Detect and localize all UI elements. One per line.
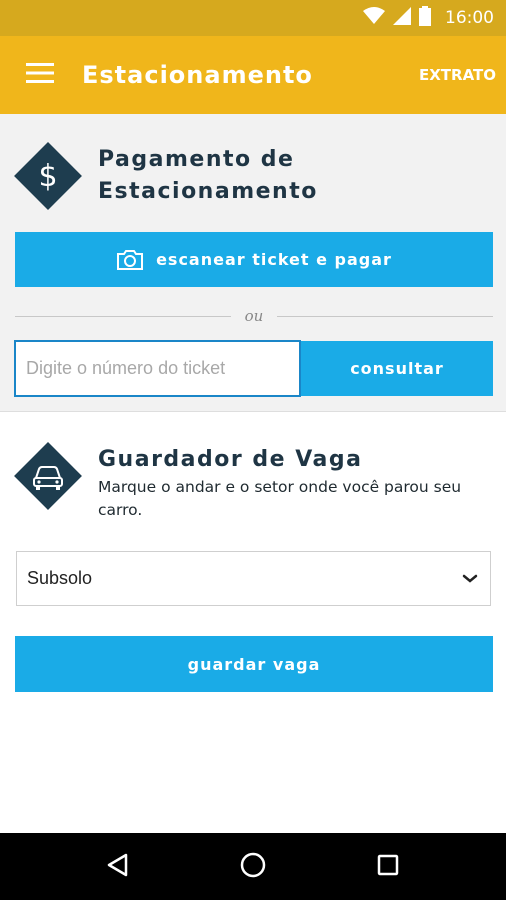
signal-icon xyxy=(393,7,411,29)
recents-icon xyxy=(376,853,400,881)
consult-button[interactable]: consultar xyxy=(301,341,493,396)
app-title: Estacionamento xyxy=(82,61,313,89)
app-bar: Estacionamento EXTRATO xyxy=(0,36,506,114)
floor-select[interactable]: Subsolo xyxy=(16,551,491,606)
camera-icon xyxy=(116,249,144,271)
separator: ou xyxy=(15,304,494,328)
battery-icon xyxy=(419,6,431,30)
extrato-button[interactable]: EXTRATO xyxy=(419,66,496,84)
wifi-icon xyxy=(363,7,385,29)
payment-title: Pagamento de Estacionamento xyxy=(98,144,318,208)
menu-button[interactable] xyxy=(12,47,68,103)
status-time: 16:00 xyxy=(445,8,494,28)
separator-text: ou xyxy=(244,307,264,325)
save-spot-button[interactable]: guardar vaga xyxy=(15,636,493,692)
home-icon xyxy=(239,851,267,883)
menu-icon xyxy=(26,63,54,87)
ticket-number-input[interactable] xyxy=(14,340,301,397)
back-icon xyxy=(105,852,131,882)
guard-title: Guardador de Vaga xyxy=(98,447,363,472)
car-icon xyxy=(14,442,82,510)
scan-ticket-label: escanear ticket e pagar xyxy=(156,250,392,269)
recents-button[interactable] xyxy=(358,837,418,897)
svg-text:$: $ xyxy=(38,159,57,194)
status-bar: 16:00 xyxy=(0,0,506,36)
guard-description: Marque o andar e o setor onde você parou… xyxy=(98,478,462,519)
home-button[interactable] xyxy=(223,837,283,897)
floor-select-value: Subsolo xyxy=(27,568,93,588)
back-button[interactable] xyxy=(88,837,148,897)
payment-title-line1: Pagamento de xyxy=(98,147,295,172)
scan-ticket-button[interactable]: escanear ticket e pagar xyxy=(15,232,493,287)
payment-title-line2: Estacionamento xyxy=(98,179,318,204)
chevron-down-icon xyxy=(462,574,478,584)
navigation-bar xyxy=(0,833,506,900)
dollar-icon: $ xyxy=(14,142,82,210)
